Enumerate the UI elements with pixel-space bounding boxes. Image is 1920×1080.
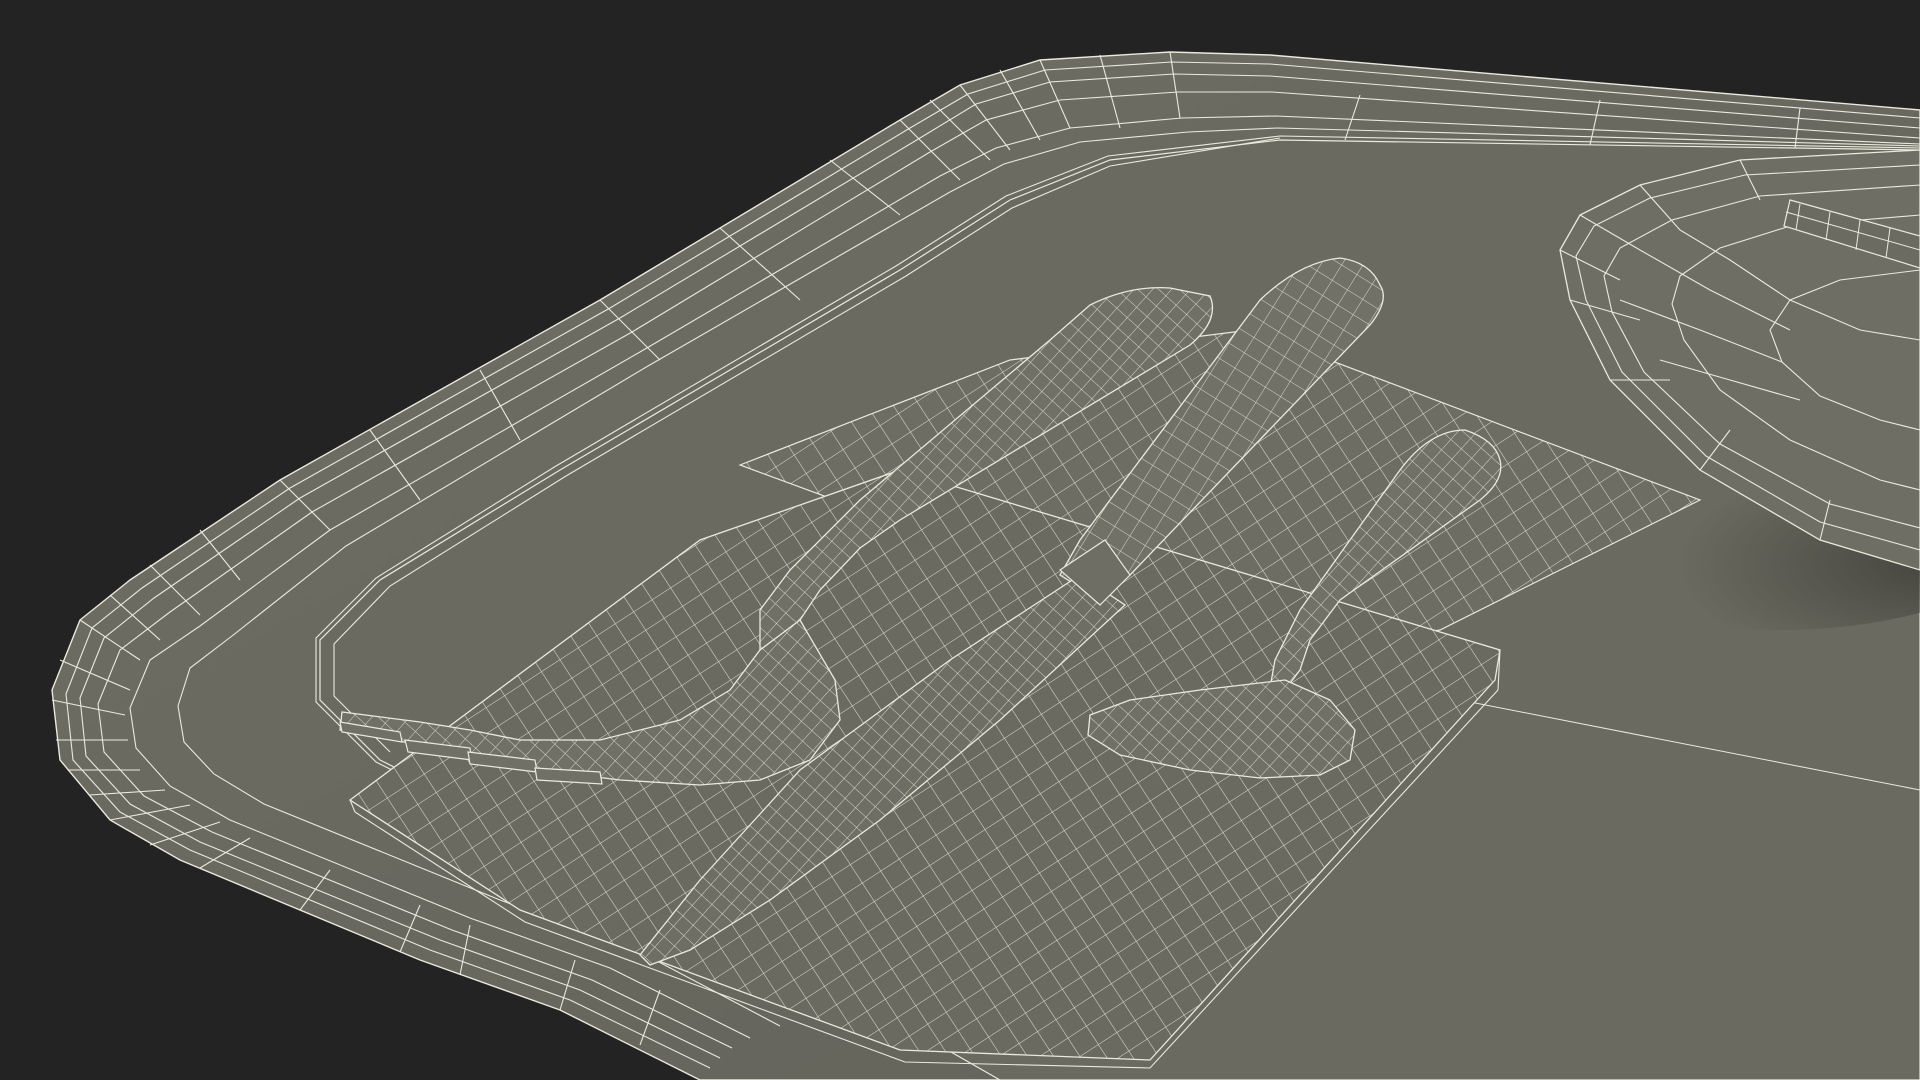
render-viewport: [0, 0, 1920, 1080]
wireframe-render: [51, 51, 1920, 1080]
